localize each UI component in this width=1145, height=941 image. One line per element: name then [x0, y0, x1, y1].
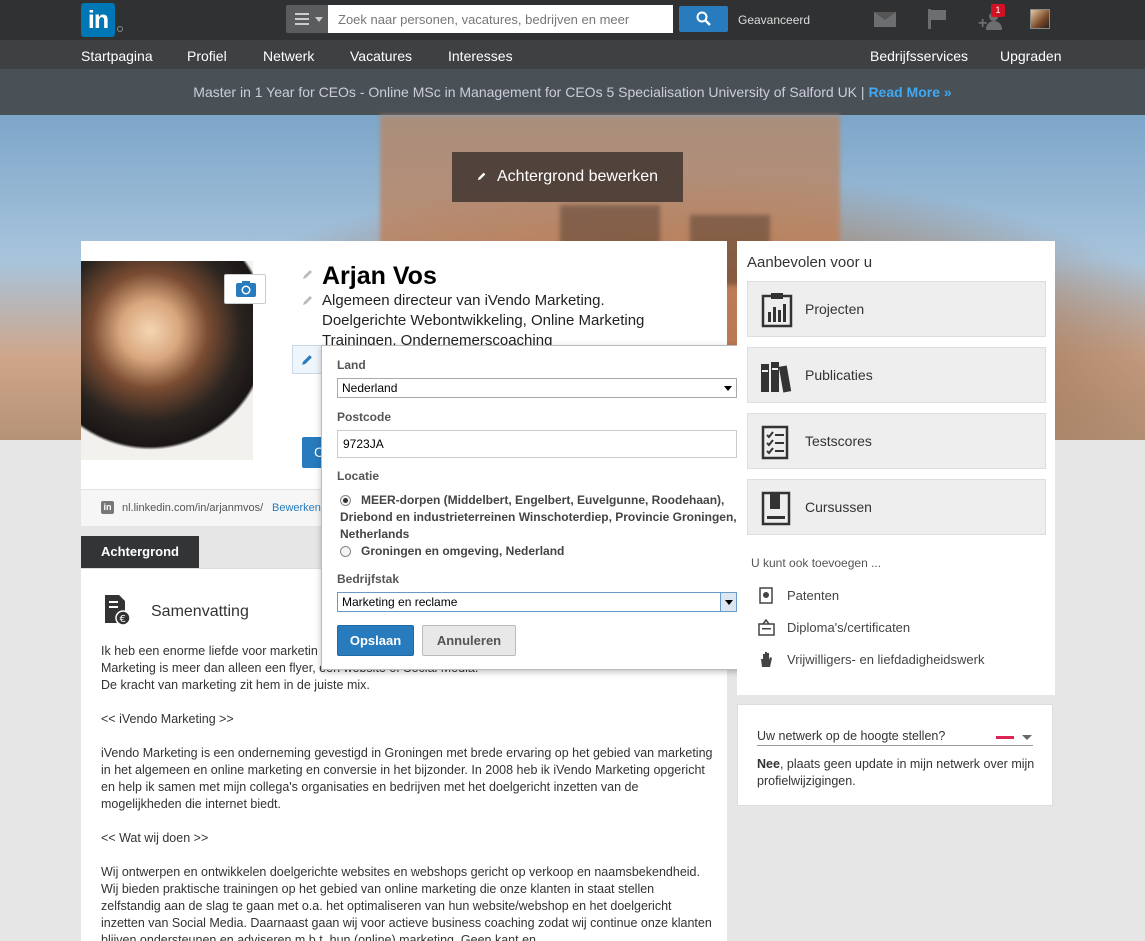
- country-label: Land: [337, 358, 366, 372]
- camera-icon: [236, 281, 256, 297]
- change-photo-button[interactable]: [224, 274, 266, 304]
- industry-value: Marketing en reclame: [342, 595, 458, 609]
- divider: [757, 745, 1033, 746]
- country-select[interactable]: Nederland: [337, 378, 737, 398]
- edit-background-button[interactable]: Achtergrond bewerken: [452, 152, 683, 202]
- location-option-label: MEER-dorpen (Middelbert, Engelbert, Euve…: [340, 493, 737, 541]
- radio-button[interactable]: [340, 546, 351, 557]
- nav-item-network[interactable]: Netwerk: [263, 48, 314, 64]
- add-more-label: U kunt ook toevoegen ...: [751, 556, 882, 570]
- recommended-item-projects[interactable]: Projecten: [747, 281, 1046, 337]
- edit-background-label: Achtergrond bewerken: [497, 168, 658, 185]
- location-option-meer-dorpen[interactable]: MEER-dorpen (Middelbert, Engelbert, Euve…: [340, 492, 740, 543]
- svg-text:€: €: [120, 614, 126, 625]
- background-section-tab[interactable]: Achtergrond: [81, 536, 199, 568]
- recommended-title: Aanbevolen voor u: [747, 254, 873, 271]
- pencil-icon: [477, 172, 486, 181]
- ad-banner[interactable]: Master in 1 Year for CEOs - Online MSc i…: [0, 69, 1145, 115]
- recommended-item-label: Cursussen: [805, 499, 872, 515]
- patent-icon: [759, 587, 773, 604]
- save-button[interactable]: Opslaan: [337, 625, 414, 656]
- linkedin-small-icon: in: [101, 501, 114, 514]
- postcode-input[interactable]: [337, 430, 737, 458]
- industry-select[interactable]: Marketing en reclame: [337, 592, 737, 612]
- notification-badge: 1: [991, 4, 1005, 17]
- messages-icon[interactable]: [874, 12, 896, 27]
- checklist-icon: [761, 425, 789, 460]
- edit-location-pencil-button[interactable]: [292, 345, 322, 374]
- registered-mark: [117, 26, 123, 32]
- location-option-groningen[interactable]: Groningen en omgeving, Nederland: [340, 543, 740, 560]
- summary-document-icon: €: [105, 595, 131, 625]
- recommended-item-publications[interactable]: Publicaties: [747, 347, 1046, 403]
- postcode-label: Postcode: [337, 410, 392, 424]
- ad-read-more-link[interactable]: Read More »: [868, 84, 951, 100]
- cancel-button[interactable]: Annuleren: [422, 625, 516, 656]
- add-item-label: Vrijwilligers- en liefdadigheidswerk: [787, 652, 985, 667]
- pencil-icon: [302, 355, 312, 365]
- search-category-dropdown[interactable]: [286, 5, 328, 33]
- hand-icon: [761, 652, 772, 667]
- network-update-answer: Nee: [757, 757, 780, 771]
- advanced-search-link[interactable]: Geavanceerd: [738, 13, 810, 27]
- network-update-text: , plaats geen update in mijn netwerk ove…: [757, 757, 1035, 788]
- avatar[interactable]: [1030, 9, 1050, 29]
- network-update-description: Nee, plaats geen update in mijn netwerk …: [757, 756, 1037, 790]
- nav-item-business-services[interactable]: Bedrijfsservices: [870, 48, 968, 64]
- linkedin-logo[interactable]: in: [81, 3, 115, 37]
- recommended-item-label: Projecten: [805, 301, 865, 317]
- add-item-label: Diploma's/certificaten: [787, 620, 911, 635]
- search-button[interactable]: [679, 6, 728, 32]
- chevron-down-icon: [724, 386, 732, 391]
- network-update-title: Uw netwerk op de hoogte stellen?: [757, 729, 946, 743]
- projects-chart-icon: [761, 293, 793, 328]
- network-update-toggle[interactable]: [996, 736, 1014, 739]
- recommended-item-label: Publicaties: [805, 367, 873, 383]
- nav-item-upgrade[interactable]: Upgraden: [1000, 48, 1062, 64]
- nav-item-home[interactable]: Startpagina: [81, 48, 153, 64]
- certificate-icon: [758, 619, 775, 636]
- chevron-down-icon[interactable]: [1022, 735, 1032, 740]
- course-book-icon: [761, 491, 791, 526]
- search-icon: [696, 11, 711, 26]
- edit-name-pencil-icon[interactable]: [302, 268, 314, 280]
- location-option-label: Groningen en omgeving, Nederland: [361, 544, 565, 558]
- add-item-label: Patenten: [787, 588, 840, 603]
- summary-text: Ik heb een enorme liefde voor marketin M…: [101, 644, 713, 941]
- nav-item-jobs[interactable]: Vacatures: [350, 48, 412, 64]
- location-edit-popover: Land Nederland Postcode Locatie MEER-dor…: [321, 345, 752, 670]
- profile-name: Arjan Vos: [322, 262, 437, 290]
- industry-label: Bedrijfstak: [337, 572, 400, 586]
- radio-button[interactable]: [340, 495, 351, 506]
- location-label: Locatie: [337, 469, 380, 483]
- recommended-item-courses[interactable]: Cursussen: [747, 479, 1046, 535]
- books-icon: [761, 362, 792, 393]
- edit-headline-pencil-icon[interactable]: [302, 294, 314, 306]
- main-nav: Startpagina Profiel Netwerk Vacatures In…: [0, 40, 1145, 69]
- dropdown-arrow-icon[interactable]: [720, 593, 736, 611]
- menu-icon: [295, 13, 309, 15]
- nav-item-profile[interactable]: Profiel: [187, 48, 227, 64]
- nav-item-interests[interactable]: Interesses: [448, 48, 513, 64]
- network-update-card: Uw netwerk op de hoogte stellen? Nee, pl…: [737, 704, 1053, 806]
- top-bar: in Geavanceerd + 1: [0, 0, 1145, 40]
- recommended-card: Aanbevolen voor u Projecten Publicaties …: [737, 241, 1055, 695]
- country-value: Nederland: [342, 381, 398, 395]
- recommended-item-label: Testscores: [805, 433, 872, 449]
- ad-text: Master in 1 Year for CEOs - Online MSc i…: [193, 84, 869, 100]
- public-profile-url[interactable]: nl.linkedin.com/in/arjanmvos/: [122, 502, 263, 514]
- recommended-item-testscores[interactable]: Testscores: [747, 413, 1046, 469]
- search-input[interactable]: [328, 5, 673, 33]
- chevron-down-icon: [315, 17, 323, 22]
- flag-icon[interactable]: [928, 9, 946, 29]
- summary-title: Samenvatting: [151, 603, 249, 620]
- profile-headline: Algemeen directeur van iVendo Marketing.…: [322, 292, 645, 349]
- edit-url-link[interactable]: Bewerken: [272, 502, 321, 514]
